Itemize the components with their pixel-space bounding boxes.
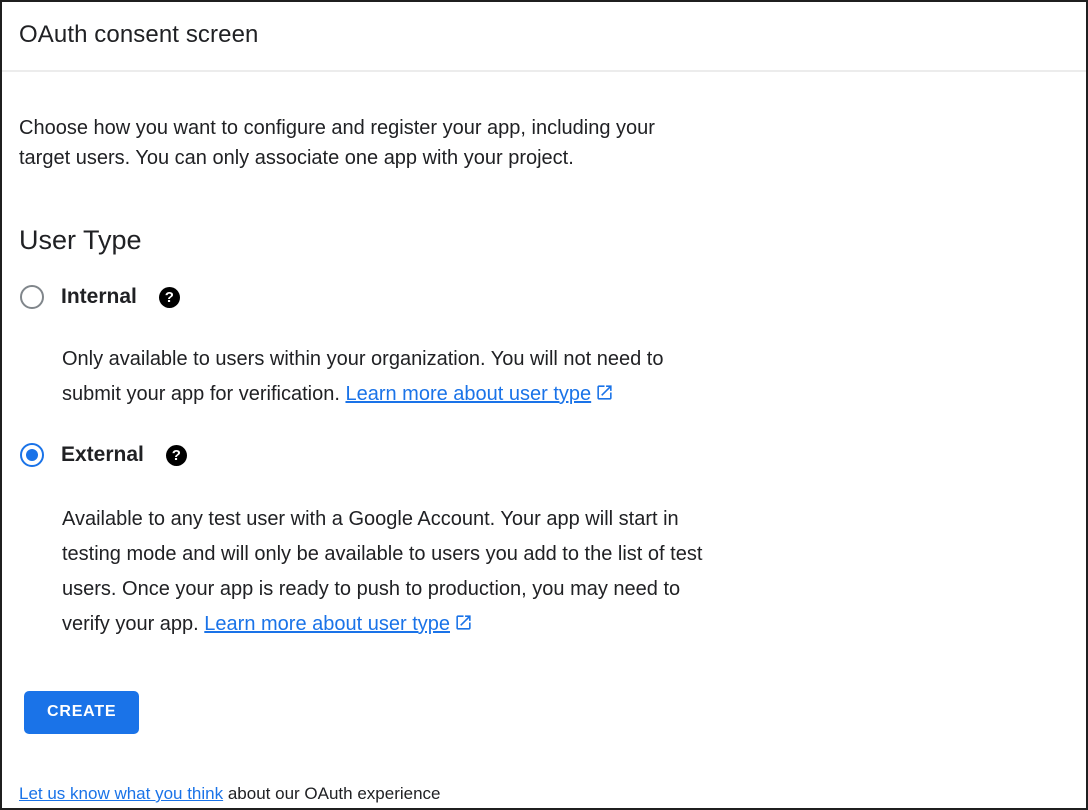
feedback-text: about our OAuth experience — [223, 784, 440, 803]
radio-option-external[interactable]: External ? — [19, 443, 1062, 467]
open-in-new-icon[interactable] — [595, 379, 614, 414]
radio-external-selected[interactable] — [20, 443, 44, 467]
main-content: Choose how you want to configure and reg… — [2, 72, 1086, 804]
help-icon[interactable]: ? — [166, 445, 187, 466]
internal-desc-line-2: submit your app for verification. — [62, 383, 345, 405]
open-in-new-icon[interactable] — [454, 609, 473, 644]
radio-dot — [26, 449, 38, 461]
radio-label-internal[interactable]: Internal — [61, 285, 137, 309]
radio-internal-unselected[interactable] — [20, 285, 44, 309]
feedback-link[interactable]: Let us know what you think — [19, 784, 223, 803]
external-desc-line-1: Available to any test user with a Google… — [62, 508, 679, 530]
external-desc-line-4: verify your app. — [62, 613, 204, 635]
user-type-heading: User Type — [19, 225, 1062, 256]
page-title: OAuth consent screen — [19, 21, 1062, 49]
feedback-footer: Let us know what you think about our OAu… — [19, 784, 1062, 804]
intro-line-1: Choose how you want to configure and reg… — [19, 113, 1062, 143]
intro-text: Choose how you want to configure and reg… — [19, 113, 1062, 173]
learn-more-link-internal[interactable]: Learn more about user type — [345, 383, 591, 405]
internal-desc-line-1: Only available to users within your orga… — [62, 348, 663, 370]
external-desc-line-2: testing mode and will only be available … — [62, 543, 702, 565]
learn-more-link-external[interactable]: Learn more about user type — [204, 613, 450, 635]
radio-option-internal[interactable]: Internal ? — [19, 285, 1062, 309]
help-icon[interactable]: ? — [159, 287, 180, 308]
external-desc-line-3: users. Once your app is ready to push to… — [62, 578, 680, 600]
external-description: Available to any test user with a Google… — [62, 502, 842, 644]
radio-label-external[interactable]: External — [61, 443, 144, 467]
internal-description: Only available to users within your orga… — [62, 342, 842, 414]
radio-dot — [26, 291, 38, 303]
oauth-consent-page: { "page": { "title": "OAuth consent scre… — [0, 0, 1088, 810]
page-header: OAuth consent screen — [2, 2, 1086, 70]
create-button[interactable]: CREATE — [24, 691, 139, 734]
intro-line-2: target users. You can only associate one… — [19, 143, 1062, 173]
